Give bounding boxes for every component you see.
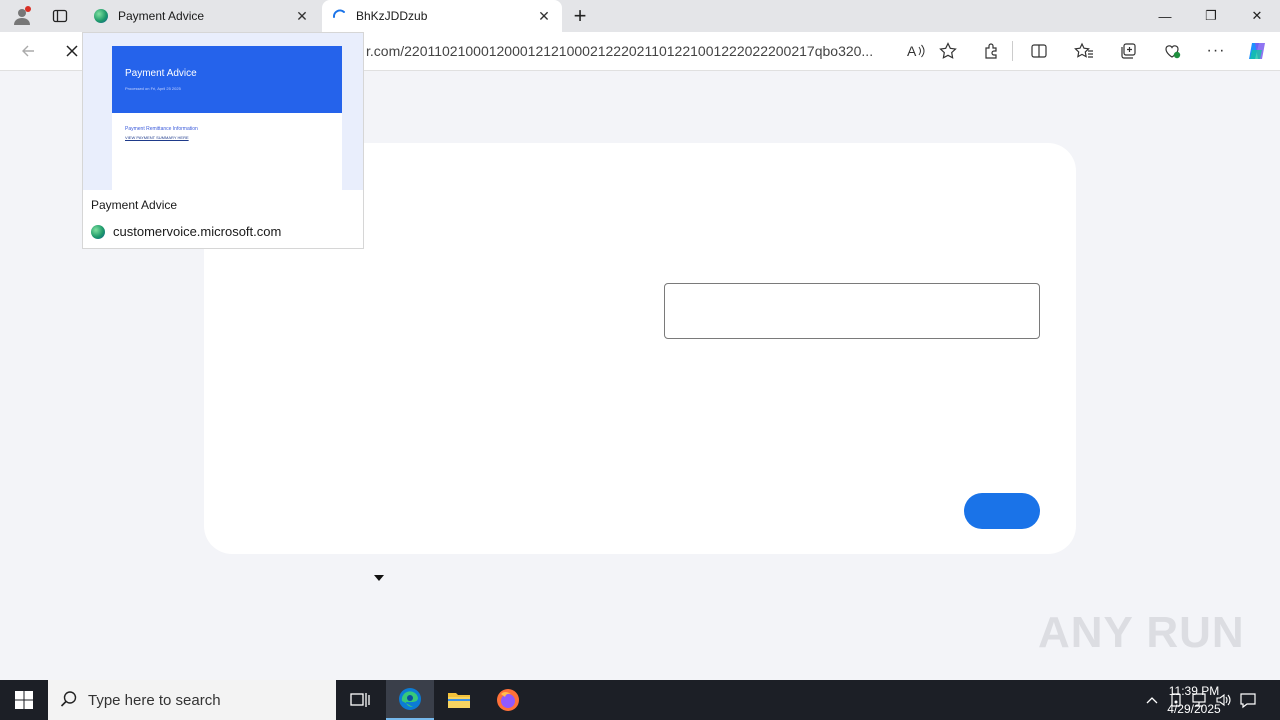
taskbar-search[interactable]: Type here to search	[48, 680, 336, 720]
svg-text:A: A	[907, 43, 917, 59]
restore-icon[interactable]: ❐	[1188, 0, 1234, 32]
file-explorer-icon[interactable]	[435, 680, 483, 720]
tab-actions-icon[interactable]	[46, 2, 74, 30]
firefox-icon[interactable]	[484, 680, 532, 720]
tab-payment-advice[interactable]: Payment Advice ✕	[84, 0, 320, 32]
dropdown-caret-icon[interactable]	[374, 575, 384, 581]
tab-title: BhKzJDDzub	[356, 9, 428, 23]
favorites-icon[interactable]	[1068, 35, 1100, 67]
tab-active[interactable]: BhKzJDDzub ✕	[322, 0, 562, 32]
text-input[interactable]	[664, 283, 1040, 339]
taskbar-clock[interactable]: 11:39 PM 4/29/2025	[1162, 682, 1226, 718]
hover-card-title: Payment Advice	[91, 198, 178, 212]
split-screen-icon[interactable]	[1023, 35, 1055, 67]
window-close-icon[interactable]: ✕	[1234, 0, 1280, 32]
extensions-icon[interactable]	[975, 35, 1007, 67]
collections-icon[interactable]	[1112, 35, 1144, 67]
tab-hover-card: Payment Advice Processed on Fri, April 2…	[82, 32, 364, 249]
tab-title: Payment Advice	[118, 9, 205, 23]
toolbar-divider	[1012, 41, 1013, 61]
thumbnail-subtitle: Processed on Fri, April 25 2025	[125, 86, 181, 91]
edge-favicon-icon	[94, 9, 108, 23]
new-tab-icon[interactable]: +	[566, 2, 594, 30]
window-controls: — ❐ ✕	[1142, 0, 1280, 32]
thumbnail-link: VIEW PAYMENT SUMMARY HERE	[125, 135, 189, 140]
submit-button[interactable]	[964, 493, 1040, 529]
hover-card-domain-text: customervoice.microsoft.com	[113, 224, 282, 239]
search-placeholder: Type here to search	[88, 691, 221, 709]
thumbnail-section: Payment Remittance Information	[125, 126, 198, 132]
address-bar[interactable]: r.com/2201102100012000121210002122202110…	[356, 36, 964, 66]
watermark: ANY RUN	[1038, 608, 1245, 657]
thumbnail-page: Payment Advice Processed on Fri, April 2…	[112, 46, 342, 190]
more-menu-icon[interactable]: ···	[1200, 35, 1232, 67]
read-aloud-icon[interactable]: A	[900, 35, 932, 67]
loading-spinner-icon	[332, 8, 346, 25]
clock-date: 4/29/2025	[1167, 702, 1221, 716]
thumbnail-title: Payment Advice	[125, 68, 197, 79]
search-icon	[60, 690, 78, 711]
thumbnail-banner: Payment Advice Processed on Fri, April 2…	[112, 46, 342, 113]
close-icon[interactable]: ✕	[536, 8, 552, 24]
clock-time: 11:39 PM	[1168, 684, 1220, 698]
tab-strip: Payment Advice ✕ BhKzJDDzub ✕ + — ❐ ✕	[0, 0, 1280, 32]
task-view-icon[interactable]	[336, 680, 384, 720]
copilot-icon[interactable]	[1241, 35, 1273, 67]
back-icon[interactable]	[12, 35, 44, 67]
notification-icon[interactable]	[1232, 680, 1264, 720]
tab-preview-thumbnail: Payment Advice Processed on Fri, April 2…	[83, 33, 363, 190]
windows-start-icon[interactable]	[0, 680, 48, 720]
edge-taskbar-icon[interactable]	[386, 680, 434, 720]
edge-favicon-icon	[91, 224, 105, 239]
favorite-star-icon[interactable]	[932, 35, 964, 67]
hover-card-domain: customervoice.microsoft.com	[91, 224, 281, 239]
minimize-icon[interactable]: —	[1142, 0, 1188, 32]
chevron-up-icon[interactable]	[1140, 680, 1164, 720]
profile-icon[interactable]	[8, 2, 36, 30]
address-url[interactable]: r.com/2201102100012000121210002122202110…	[366, 43, 900, 59]
browser-essentials-icon[interactable]	[1156, 35, 1188, 67]
close-icon[interactable]: ✕	[294, 8, 310, 24]
